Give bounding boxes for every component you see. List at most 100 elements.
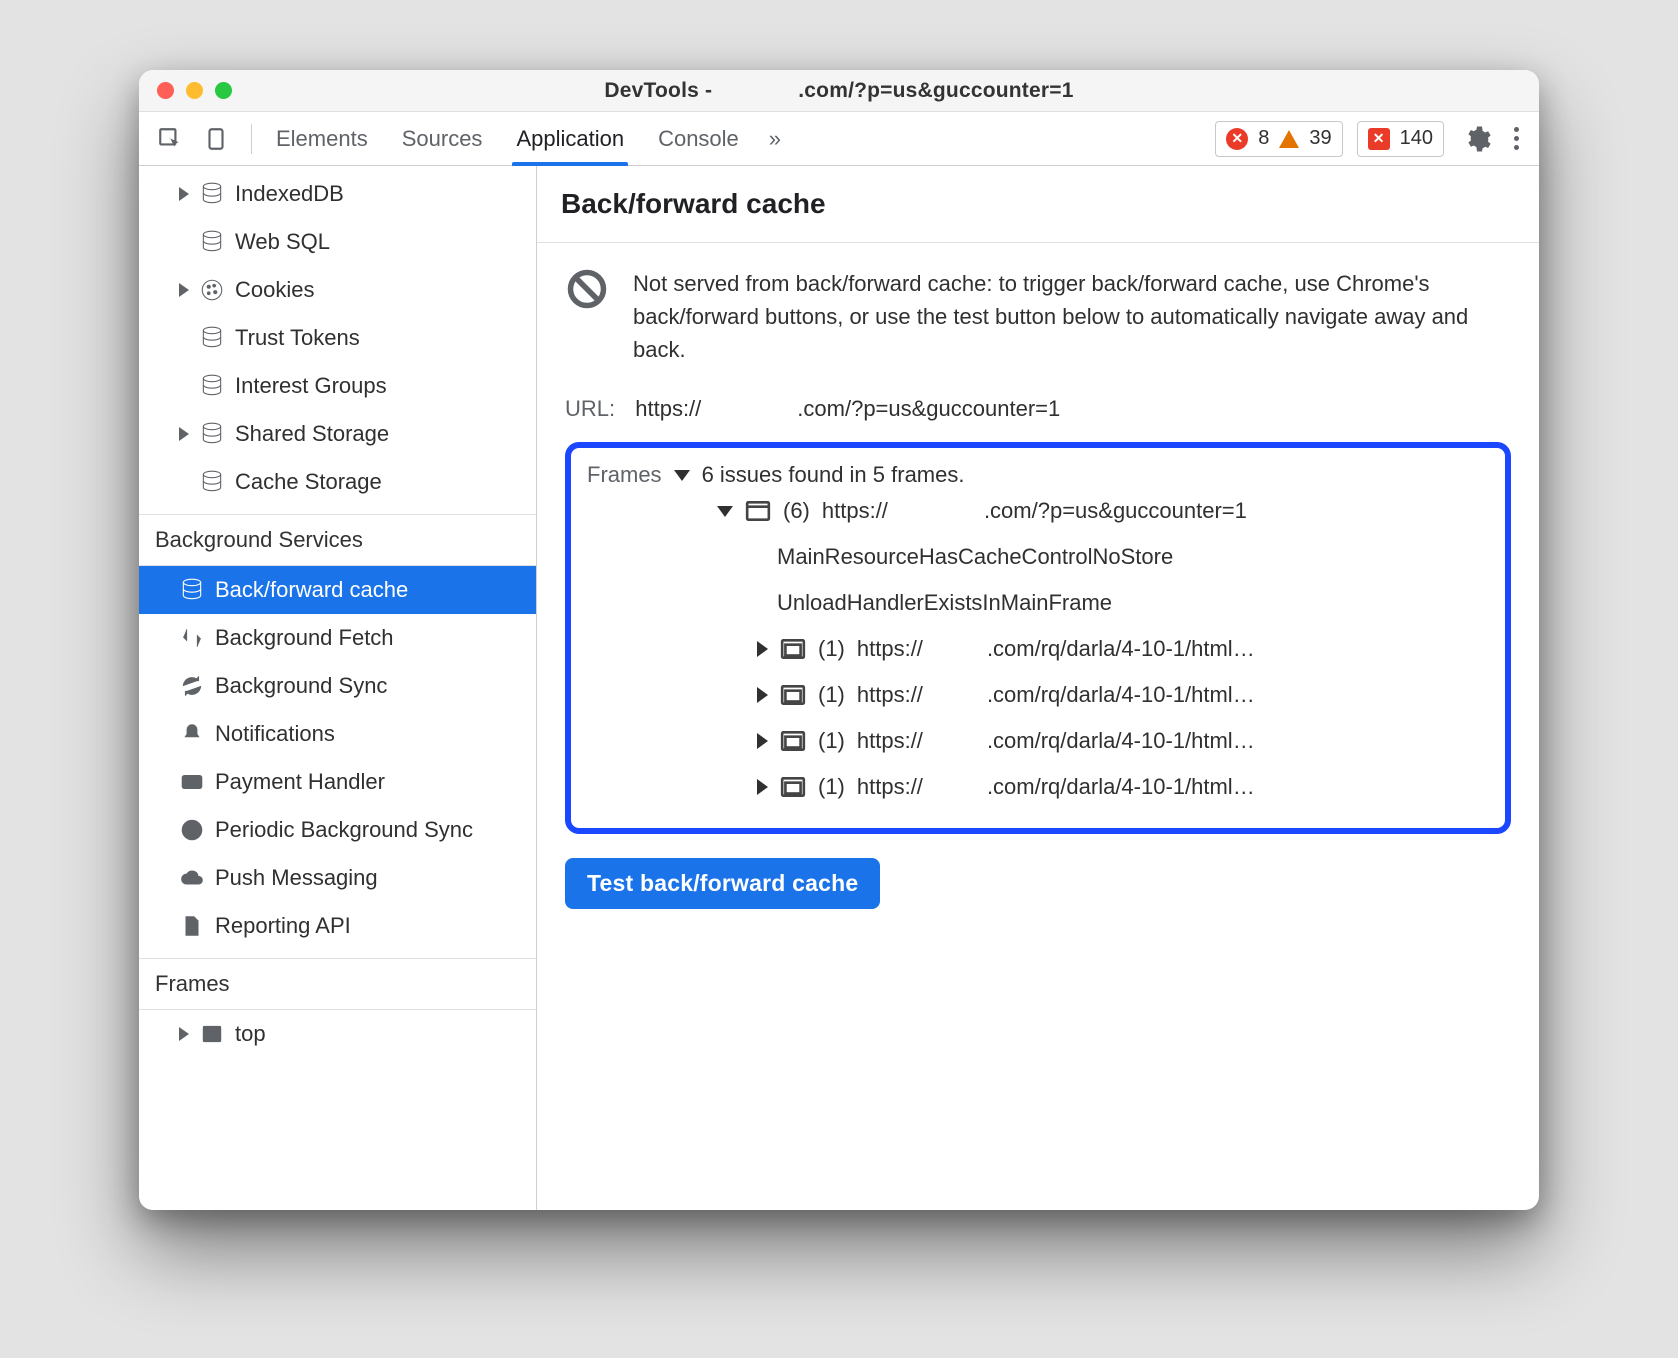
chevron-right-icon	[757, 779, 768, 795]
sidebar-item-shared-storage[interactable]: Shared Storage	[139, 410, 536, 458]
iframe-icon	[780, 776, 806, 798]
issues-badge[interactable]: ✕ 140	[1357, 121, 1444, 157]
database-icon	[199, 181, 225, 207]
frame-count: (1)	[818, 728, 845, 754]
sidebar-item-label: Payment Handler	[215, 769, 385, 795]
device-toolbar-button[interactable]	[195, 118, 237, 160]
main-header: Back/forward cache	[537, 166, 1539, 243]
storage-group: IndexedDB Web SQL Cookies Trust Tokens	[139, 170, 536, 506]
section-frames: Frames	[139, 958, 536, 1010]
sidebar-item-bfcache[interactable]: Back/forward cache	[139, 566, 536, 614]
frame-reason: MainResourceHasCacheControlNoStore	[587, 534, 1489, 580]
expand-icon	[179, 283, 189, 297]
card-icon	[179, 769, 205, 795]
frames-summary-row[interactable]: Frames 6 issues found in 5 frames.	[587, 462, 1489, 488]
page-title: Back/forward cache	[561, 188, 1515, 220]
frame-count: (1)	[818, 682, 845, 708]
gear-icon	[1462, 124, 1492, 154]
frame-child-row[interactable]: (1) https://.com/rq/darla/4-10-1/html…	[587, 626, 1489, 672]
devtools-window: DevTools - .com/?p=us&guccounter=1 Eleme…	[139, 70, 1539, 1210]
errors-warnings-badge[interactable]: ✕ 8 39	[1215, 121, 1342, 157]
chevron-down-icon	[717, 506, 733, 517]
chevron-right-icon	[757, 733, 768, 749]
warning-count: 39	[1309, 127, 1331, 150]
bfcache-notice: Not served from back/forward cache: to t…	[565, 267, 1511, 366]
sidebar-item-cache-storage[interactable]: Cache Storage	[139, 458, 536, 506]
iframe-icon	[780, 638, 806, 660]
url-row: URL: https://.com/?p=us&guccounter=1	[565, 396, 1511, 422]
devtools-toolbar: Elements Sources Application Console » ✕…	[139, 112, 1539, 166]
settings-button[interactable]	[1462, 124, 1492, 154]
frame-root-row[interactable]: (6) https://.com/?p=us&guccounter=1	[587, 488, 1489, 534]
frame-count: (6)	[783, 498, 810, 524]
error-icon: ✕	[1226, 128, 1248, 150]
sidebar-item-cookies[interactable]: Cookies	[139, 266, 536, 314]
expand-icon	[179, 1027, 189, 1041]
error-count: 8	[1258, 127, 1269, 150]
iframe-icon	[780, 684, 806, 706]
main-panel: Back/forward cache Not served from back/…	[537, 166, 1539, 1210]
blocked-icon	[565, 267, 609, 311]
sidebar-item-periodic-sync[interactable]: Periodic Background Sync	[139, 806, 536, 854]
sidebar-item-background-sync[interactable]: Background Sync	[139, 662, 536, 710]
sidebar-item-interest-groups[interactable]: Interest Groups	[139, 362, 536, 410]
frame-url: https://.com/?p=us&guccounter=1	[822, 498, 1247, 524]
sidebar-item-label: Push Messaging	[215, 865, 378, 891]
maximize-window-button[interactable]	[215, 82, 232, 99]
database-icon	[199, 373, 225, 399]
sidebar-item-reporting-api[interactable]: Reporting API	[139, 902, 536, 950]
frame-child-row[interactable]: (1) https://.com/rq/darla/4-10-1/html…	[587, 672, 1489, 718]
titlebar: DevTools - .com/?p=us&guccounter=1	[139, 70, 1539, 112]
close-window-button[interactable]	[157, 82, 174, 99]
inspect-element-button[interactable]	[149, 118, 191, 160]
frames-issues-box: Frames 6 issues found in 5 frames. (6) h…	[565, 442, 1511, 834]
sidebar-item-background-fetch[interactable]: Background Fetch	[139, 614, 536, 662]
frames-label: Frames	[587, 462, 662, 488]
database-icon	[179, 577, 205, 603]
sidebar-item-label: IndexedDB	[235, 181, 344, 207]
frame-child-row[interactable]: (1) https://.com/rq/darla/4-10-1/html…	[587, 764, 1489, 810]
sidebar-item-notifications[interactable]: Notifications	[139, 710, 536, 758]
frame-url: https://.com/rq/darla/4-10-1/html…	[857, 728, 1255, 754]
file-icon	[179, 913, 205, 939]
sidebar-item-label: Periodic Background Sync	[215, 817, 473, 843]
database-icon	[199, 469, 225, 495]
sidebar-item-payment-handler[interactable]: Payment Handler	[139, 758, 536, 806]
window-title: DevTools - .com/?p=us&guccounter=1	[139, 79, 1539, 103]
frames-summary: 6 issues found in 5 frames.	[702, 462, 965, 488]
separator	[251, 124, 252, 154]
sidebar-item-label: Trust Tokens	[235, 325, 360, 351]
sidebar-item-label: Reporting API	[215, 913, 351, 939]
panel-body: IndexedDB Web SQL Cookies Trust Tokens	[139, 166, 1539, 1210]
tab-elements[interactable]: Elements	[272, 112, 372, 165]
frame-icon	[199, 1021, 225, 1047]
more-tabs-button[interactable]: »	[769, 126, 781, 152]
sidebar-item-trust-tokens[interactable]: Trust Tokens	[139, 314, 536, 362]
frame-child-row[interactable]: (1) https://.com/rq/darla/4-10-1/html…	[587, 718, 1489, 764]
url-label: URL:	[565, 396, 615, 421]
sidebar-item-label: Interest Groups	[235, 373, 387, 399]
expand-icon	[179, 427, 189, 441]
inspect-icon	[157, 126, 183, 152]
chevron-down-icon	[674, 470, 690, 481]
database-icon	[199, 325, 225, 351]
test-bfcache-button[interactable]: Test back/forward cache	[565, 858, 880, 909]
sidebar-item-label: Cookies	[235, 277, 314, 303]
minimize-window-button[interactable]	[186, 82, 203, 99]
sidebar-item-label: Cache Storage	[235, 469, 382, 495]
panel-tabs: Elements Sources Application Console	[272, 112, 743, 165]
reason-text: UnloadHandlerExistsInMainFrame	[777, 590, 1112, 616]
sidebar-item-websql[interactable]: Web SQL	[139, 218, 536, 266]
sidebar-item-frame-top[interactable]: top	[139, 1010, 536, 1058]
cloud-icon	[179, 865, 205, 891]
status-badges: ✕ 8 39 ✕ 140	[1215, 121, 1444, 157]
more-options-button[interactable]	[1504, 127, 1529, 150]
sidebar-item-label: Web SQL	[235, 229, 330, 255]
bell-icon	[179, 721, 205, 747]
sidebar-item-push-messaging[interactable]: Push Messaging	[139, 854, 536, 902]
tab-console[interactable]: Console	[654, 112, 743, 165]
window-controls	[139, 82, 232, 99]
tab-application[interactable]: Application	[512, 112, 628, 165]
tab-sources[interactable]: Sources	[398, 112, 487, 165]
sidebar-item-indexeddb[interactable]: IndexedDB	[139, 170, 536, 218]
